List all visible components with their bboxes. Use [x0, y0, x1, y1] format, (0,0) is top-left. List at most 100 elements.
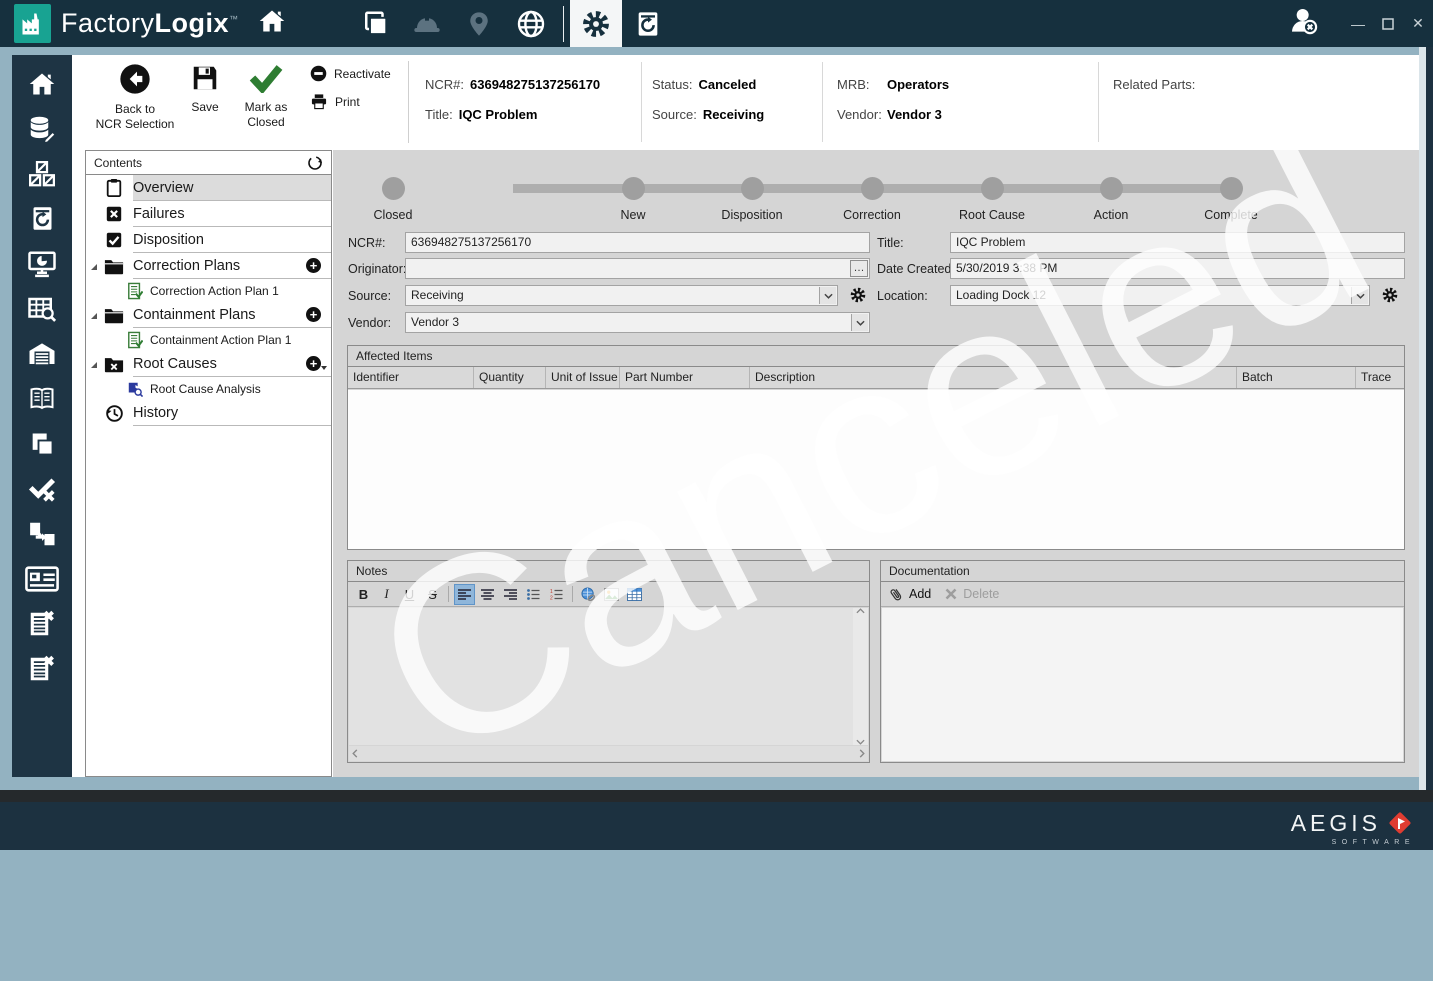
tree-item-correction-action-plan[interactable]: Correction Action Plan 1	[86, 279, 331, 302]
add-containment-plan-button[interactable]: +	[306, 307, 321, 322]
refresh-icon[interactable]	[307, 155, 323, 171]
chevron-down-icon[interactable]	[819, 287, 836, 304]
add-root-cause-caret[interactable]	[321, 366, 327, 370]
column-unit-of-issue[interactable]: Unit of Issue	[546, 367, 620, 388]
chevron-down-icon[interactable]	[851, 314, 868, 331]
home-icon[interactable]	[257, 7, 287, 40]
location-dropdown[interactable]: Loading Dock 12	[950, 285, 1370, 306]
expander-icon[interactable]	[91, 313, 97, 319]
originator-field[interactable]: …	[405, 258, 870, 279]
id-card-icon[interactable]	[12, 556, 72, 601]
workspace-frame: Back toNCR Selection Save Mark asClosed …	[0, 47, 1433, 790]
expander-icon[interactable]	[91, 362, 97, 368]
tree-item-correction-plans[interactable]: Correction Plans +	[86, 253, 331, 279]
scroll-up-icon[interactable]	[856, 608, 865, 614]
delete-x-icon	[945, 588, 957, 600]
scroll-left-icon[interactable]	[352, 749, 358, 758]
documents-icon[interactable]	[349, 0, 401, 47]
tree-item-overview[interactable]: Overview	[86, 175, 331, 201]
database-edit-icon[interactable]	[12, 106, 72, 151]
add-correction-plan-button[interactable]: +	[306, 258, 321, 273]
column-batch[interactable]: Batch	[1237, 367, 1356, 388]
logout-user-icon[interactable]	[1287, 5, 1321, 42]
ncr-list-icon-2[interactable]	[12, 646, 72, 691]
add-document-button[interactable]: Add	[909, 587, 931, 601]
ncr-list-icon[interactable]	[12, 601, 72, 646]
step-dot	[622, 177, 645, 200]
dashboard-monitor-icon[interactable]	[12, 241, 72, 286]
numbered-list-button[interactable]: 12	[546, 584, 567, 605]
save-button[interactable]: Save	[175, 63, 235, 115]
vendor-dropdown[interactable]: Vendor 3	[405, 312, 870, 333]
approve-reject-icon[interactable]	[12, 466, 72, 511]
documentation-list-body[interactable]	[882, 608, 1403, 761]
data-grid-search-icon[interactable]	[12, 286, 72, 331]
expander-icon[interactable]	[91, 264, 97, 270]
italic-button[interactable]: I	[376, 584, 397, 605]
bold-button[interactable]: B	[353, 584, 374, 605]
notes-text-area[interactable]	[349, 608, 868, 745]
back-to-ncr-selection-button[interactable]: Back toNCR Selection	[90, 63, 180, 132]
summary-mrb-value: Operators	[887, 77, 949, 92]
affected-items-grid-body[interactable]	[348, 390, 1404, 549]
tree-item-root-cause-analysis[interactable]: Root Cause Analysis	[86, 377, 331, 400]
strikethrough-button[interactable]: S	[422, 584, 443, 605]
column-identifier[interactable]: Identifier	[348, 367, 474, 388]
tree-item-root-causes[interactable]: Root Causes +	[86, 351, 331, 377]
scroll-down-icon[interactable]	[856, 739, 865, 745]
globe-icon[interactable]	[505, 0, 557, 47]
ncr-field[interactable]: 636948275137256170	[405, 232, 870, 253]
warehouse-icon[interactable]	[12, 331, 72, 376]
title-field[interactable]: IQC Problem	[950, 232, 1405, 253]
bullet-list-button[interactable]	[523, 584, 544, 605]
notes-horizontal-scrollbar[interactable]	[349, 746, 868, 761]
insert-link-icon[interactable]	[578, 584, 599, 605]
column-description[interactable]: Description	[750, 367, 1237, 388]
home-nav-icon[interactable]	[12, 61, 72, 106]
left-sidebar	[12, 55, 72, 777]
restore-document-icon[interactable]	[622, 0, 674, 47]
align-right-button[interactable]	[500, 584, 521, 605]
backup-restore-icon[interactable]	[12, 196, 72, 241]
transfer-icon[interactable]	[12, 511, 72, 556]
mark-as-closed-button[interactable]: Mark asClosed	[235, 63, 297, 130]
maximize-button[interactable]	[1373, 9, 1403, 39]
insert-image-icon[interactable]	[601, 584, 622, 605]
close-button[interactable]: ✕	[1403, 9, 1433, 39]
align-left-button[interactable]	[454, 584, 475, 605]
summary-status-source: Status:Canceled Source:Receiving	[652, 69, 764, 129]
insert-table-icon[interactable]	[624, 584, 645, 605]
minimize-button[interactable]: —	[1343, 9, 1373, 39]
tree-item-disposition[interactable]: Disposition	[86, 227, 331, 253]
right-edge-dark-strip	[1426, 47, 1433, 790]
tree-item-containment-action-plan[interactable]: Containment Action Plan 1	[86, 328, 331, 351]
settings-gear-icon[interactable]	[570, 0, 622, 47]
column-trace[interactable]: Trace	[1356, 367, 1404, 388]
tree-item-failures[interactable]: Failures	[86, 201, 331, 227]
print-button[interactable]: Print	[310, 93, 360, 110]
originator-browse-button[interactable]: …	[850, 260, 868, 277]
book-icon[interactable]	[12, 376, 72, 421]
column-quantity[interactable]: Quantity	[474, 367, 546, 388]
paperclip-icon[interactable]	[889, 587, 903, 602]
notes-vertical-scrollbar[interactable]	[853, 608, 868, 745]
svg-text:2: 2	[550, 595, 553, 600]
chevron-down-icon[interactable]	[1351, 287, 1368, 304]
column-part-number[interactable]: Part Number	[620, 367, 750, 388]
location-pin-icon[interactable]	[453, 0, 505, 47]
scroll-right-icon[interactable]	[859, 749, 865, 758]
location-settings-gear-icon[interactable]	[1381, 286, 1399, 304]
source-dropdown[interactable]: Receiving	[405, 285, 838, 306]
underline-button[interactable]: U	[399, 584, 420, 605]
copy-documents-icon[interactable]	[12, 421, 72, 466]
source-settings-gear-icon[interactable]	[849, 286, 867, 304]
svg-text:1: 1	[550, 589, 553, 595]
tree-item-containment-plans[interactable]: Containment Plans +	[86, 302, 331, 328]
pallet-boxes-icon[interactable]	[12, 151, 72, 196]
date-created-field[interactable]: 5/30/2019 3:38 PM	[950, 258, 1405, 279]
reactivate-button[interactable]: Reactivate	[310, 65, 391, 82]
tree-item-history[interactable]: History	[86, 400, 331, 426]
hardhat-icon[interactable]	[401, 0, 453, 47]
add-root-cause-button[interactable]: +	[306, 356, 321, 371]
align-center-button[interactable]	[477, 584, 498, 605]
